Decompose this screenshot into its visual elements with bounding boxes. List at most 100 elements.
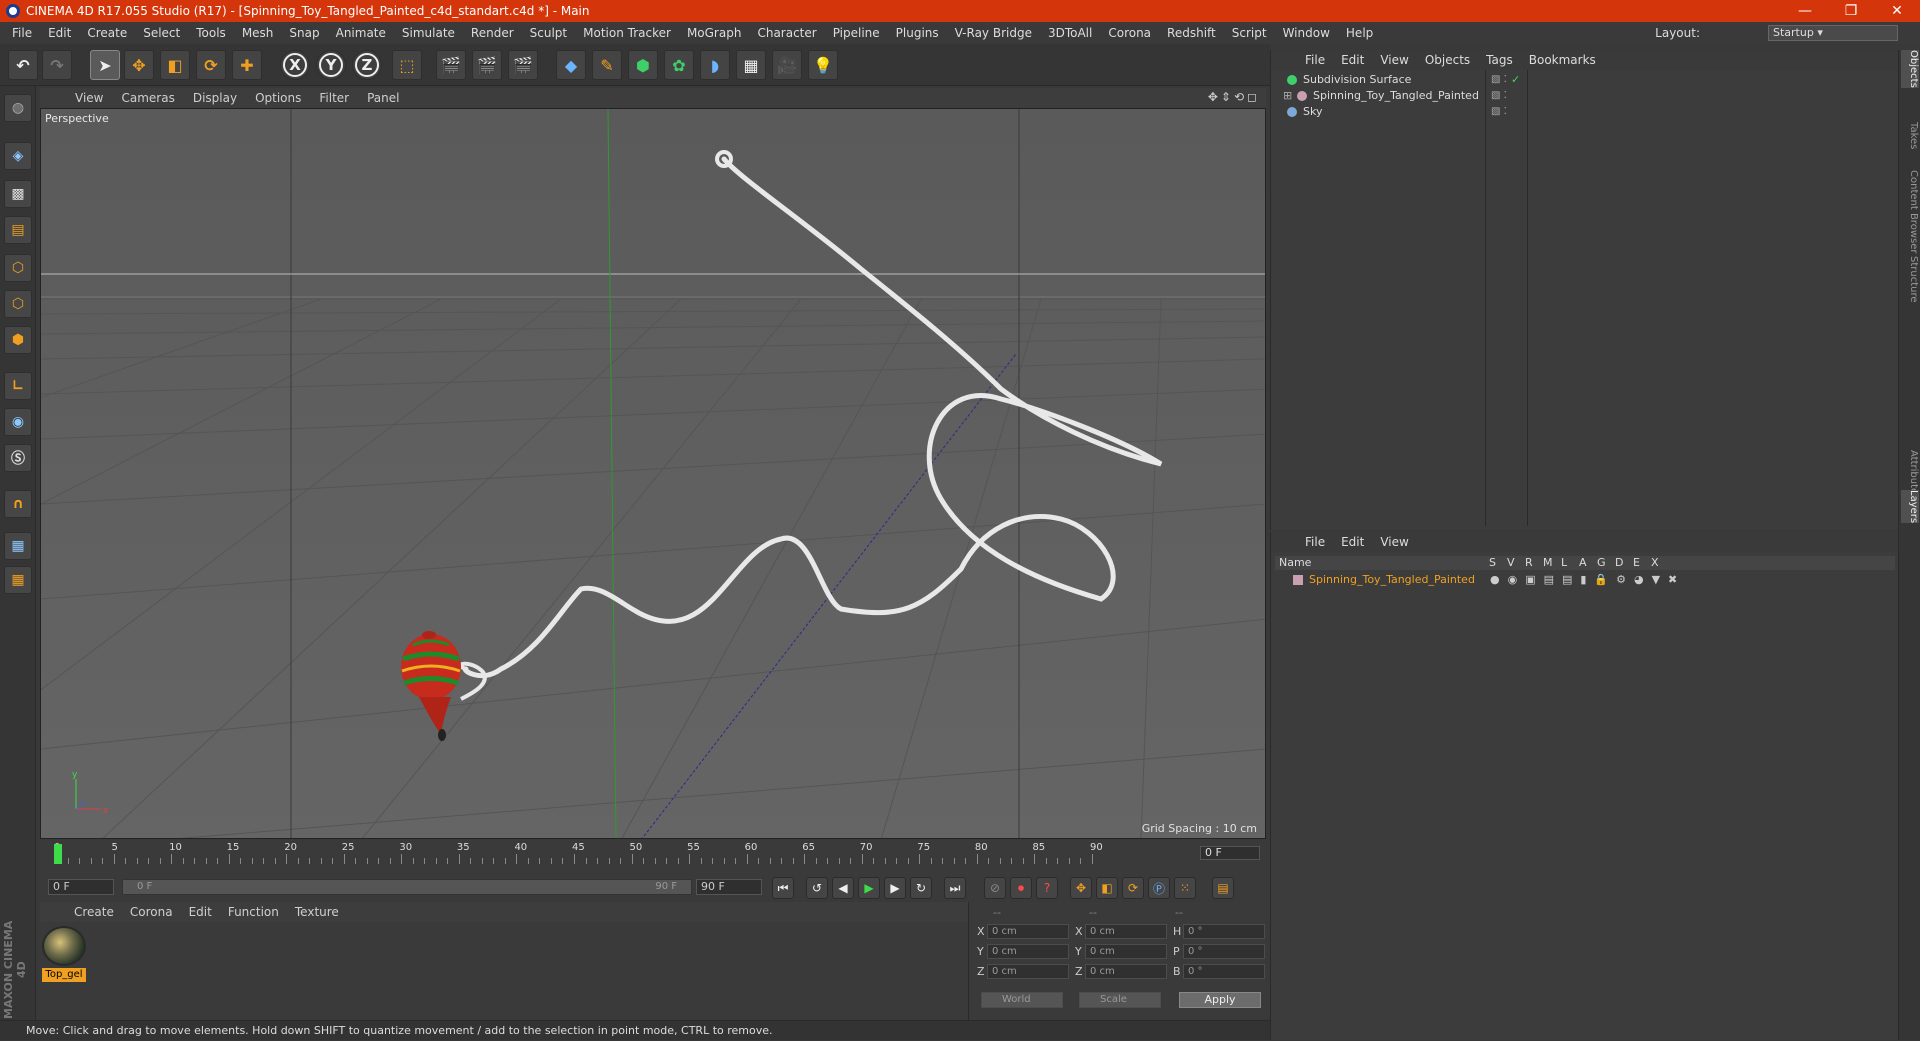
minimize-button[interactable]: — <box>1782 0 1828 22</box>
menu-sculpt[interactable]: Sculpt <box>522 22 575 44</box>
viewport-menu-options[interactable]: Options <box>246 91 310 105</box>
material-menu-function[interactable]: Function <box>220 905 287 919</box>
menu-pipeline[interactable]: Pipeline <box>825 22 888 44</box>
coord-field-x[interactable]: 0 cm <box>1085 924 1167 939</box>
side-tab-content-browser[interactable]: Content Browser <box>1901 170 1919 253</box>
expand-icon[interactable]: ⊞ <box>1283 88 1292 104</box>
deformer-button[interactable]: ◗ <box>700 50 730 80</box>
object-row-sky[interactable]: Sky ▧ ⁚ <box>1275 104 1895 120</box>
polygons-mode-button[interactable]: ⬢ <box>4 326 32 354</box>
render-picture-viewer-button[interactable]: 🎬 <box>472 50 502 80</box>
menu-v-ray-bridge[interactable]: V-Ray Bridge <box>947 22 1040 44</box>
play-button[interactable]: ▶ <box>858 877 880 899</box>
axis-mode-button[interactable]: ∟ <box>4 372 32 400</box>
undo-button[interactable]: ↶ <box>8 50 38 80</box>
layer-row[interactable]: Spinning_Toy_Tangled_Painted ●◉▣▤▤▮🔒⚙◕▼✖ <box>1275 572 1895 588</box>
planar-workplane-button[interactable]: ▦ <box>4 566 32 594</box>
object-menu-bookmarks[interactable]: Bookmarks <box>1521 53 1604 67</box>
layer-col-a[interactable]: A <box>1579 556 1587 570</box>
viewport-menu-display[interactable]: Display <box>184 91 246 105</box>
autokey-button[interactable]: ⏺ <box>1010 877 1032 899</box>
menu-window[interactable]: Window <box>1275 22 1338 44</box>
goto-end-button[interactable]: ⏭ <box>944 877 966 899</box>
timeline[interactable]: 051015202530354045505560657075808590 0 F <box>40 840 1266 874</box>
goto-start-button[interactable]: ⏮ <box>772 877 794 899</box>
menu-select[interactable]: Select <box>135 22 188 44</box>
layer-col-g[interactable]: G <box>1597 556 1606 570</box>
layer-col-d[interactable]: D <box>1615 556 1623 570</box>
viewport-nav-icons[interactable]: ✥⇕⟲◻ <box>1208 90 1260 104</box>
axis-z-button[interactable]: Z <box>352 50 382 80</box>
object-name[interactable]: Subdivision Surface <box>1303 72 1411 88</box>
menu-mograph[interactable]: MoGraph <box>679 22 750 44</box>
object-visibility-icon[interactable]: ▧ ⁚ <box>1491 104 1507 120</box>
menu-simulate[interactable]: Simulate <box>394 22 463 44</box>
menu-corona[interactable]: Corona <box>1100 22 1159 44</box>
viewport-menu-filter[interactable]: Filter <box>310 91 358 105</box>
layer-col-name[interactable]: Name <box>1279 556 1311 570</box>
object-menu-file[interactable]: File <box>1297 53 1333 67</box>
side-tab-objects[interactable]: Objects <box>1901 50 1919 88</box>
menu-redshift[interactable]: Redshift <box>1159 22 1224 44</box>
menu-plugins[interactable]: Plugins <box>888 22 947 44</box>
object-name[interactable]: Sky <box>1303 104 1322 120</box>
cube-object-button[interactable]: ◆ <box>556 50 586 80</box>
menu-3dtoall[interactable]: 3DToAll <box>1040 22 1100 44</box>
next-frame-button[interactable]: ▶ <box>884 877 906 899</box>
menu-edit[interactable]: Edit <box>40 22 79 44</box>
material-menu-edit[interactable]: Edit <box>181 905 220 919</box>
move-tool-button[interactable]: ✥ <box>124 50 154 80</box>
perspective-viewport[interactable]: y x Perspective Grid Spacing : 10 cm <box>40 108 1266 839</box>
render-settings-button[interactable]: 🎬 <box>508 50 538 80</box>
layer-name[interactable]: Spinning_Toy_Tangled_Painted <box>1309 572 1475 588</box>
next-key-button[interactable]: ↻ <box>910 877 932 899</box>
material-menu-corona[interactable]: Corona <box>122 905 181 919</box>
edges-mode-button[interactable]: ⬡ <box>4 290 32 318</box>
model-mode-button[interactable]: ◈ <box>4 142 32 170</box>
tweak-mode-button[interactable]: ◉ <box>4 408 32 436</box>
coord-field-p[interactable]: 0 ° <box>1183 944 1265 959</box>
scale-tool-button[interactable]: ◧ <box>160 50 190 80</box>
playhead[interactable] <box>54 844 62 864</box>
select-tool-button[interactable]: ➤ <box>90 50 120 80</box>
layer-menu-view[interactable]: View <box>1372 535 1416 549</box>
material-name[interactable]: Top_gel <box>42 968 86 982</box>
coord-field-y[interactable]: 0 cm <box>987 944 1069 959</box>
viewport-menu-panel[interactable]: Panel <box>358 91 408 105</box>
key-pla-button[interactable]: ⁙ <box>1174 877 1196 899</box>
lock-workplane-button[interactable]: ▦ <box>4 532 32 560</box>
close-button[interactable]: ✕ <box>1874 0 1920 22</box>
snap-button[interactable]: Ⓢ <box>4 444 32 472</box>
apply-button[interactable]: Apply <box>1179 992 1261 1008</box>
layer-col-e[interactable]: E <box>1633 556 1640 570</box>
redo-button[interactable]: ↷ <box>42 50 72 80</box>
menu-script[interactable]: Script <box>1224 22 1275 44</box>
menu-tools[interactable]: Tools <box>188 22 234 44</box>
coord-field-z[interactable]: 0 cm <box>1085 964 1167 979</box>
layer-col-x[interactable]: X <box>1651 556 1659 570</box>
object-menu-view[interactable]: View <box>1372 53 1416 67</box>
prev-key-button[interactable]: ↺ <box>806 877 828 899</box>
menu-render[interactable]: Render <box>463 22 522 44</box>
material-menu-create[interactable]: Create <box>66 905 122 919</box>
start-frame-field[interactable]: 0 F <box>48 879 114 895</box>
menu-file[interactable]: File <box>4 22 40 44</box>
viewport-menu-view[interactable]: View <box>66 91 112 105</box>
layer-menu-file[interactable]: File <box>1297 535 1333 549</box>
texture-mode-button[interactable]: ▩ <box>4 180 32 208</box>
coord-mode-select[interactable]: Scale <box>1079 992 1161 1008</box>
key-scale-button[interactable]: ◧ <box>1096 877 1118 899</box>
material-menu-texture[interactable]: Texture <box>287 905 347 919</box>
menu-mesh[interactable]: Mesh <box>234 22 282 44</box>
live-select-button[interactable]: ✚ <box>232 50 262 80</box>
layer-col-l[interactable]: L <box>1561 556 1567 570</box>
object-menu-edit[interactable]: Edit <box>1333 53 1372 67</box>
layer-col-r[interactable]: R <box>1525 556 1533 570</box>
layer-col-m[interactable]: M <box>1543 556 1553 570</box>
viewport-menu-cameras[interactable]: Cameras <box>112 91 183 105</box>
object-menu-objects[interactable]: Objects <box>1417 53 1478 67</box>
object-visibility-icon[interactable]: ▧ ⁚ <box>1491 72 1507 88</box>
current-frame-field[interactable]: 0 F <box>1200 846 1260 860</box>
object-name[interactable]: Spinning_Toy_Tangled_Painted <box>1313 88 1479 104</box>
end-frame-field[interactable]: 90 F <box>696 879 762 895</box>
